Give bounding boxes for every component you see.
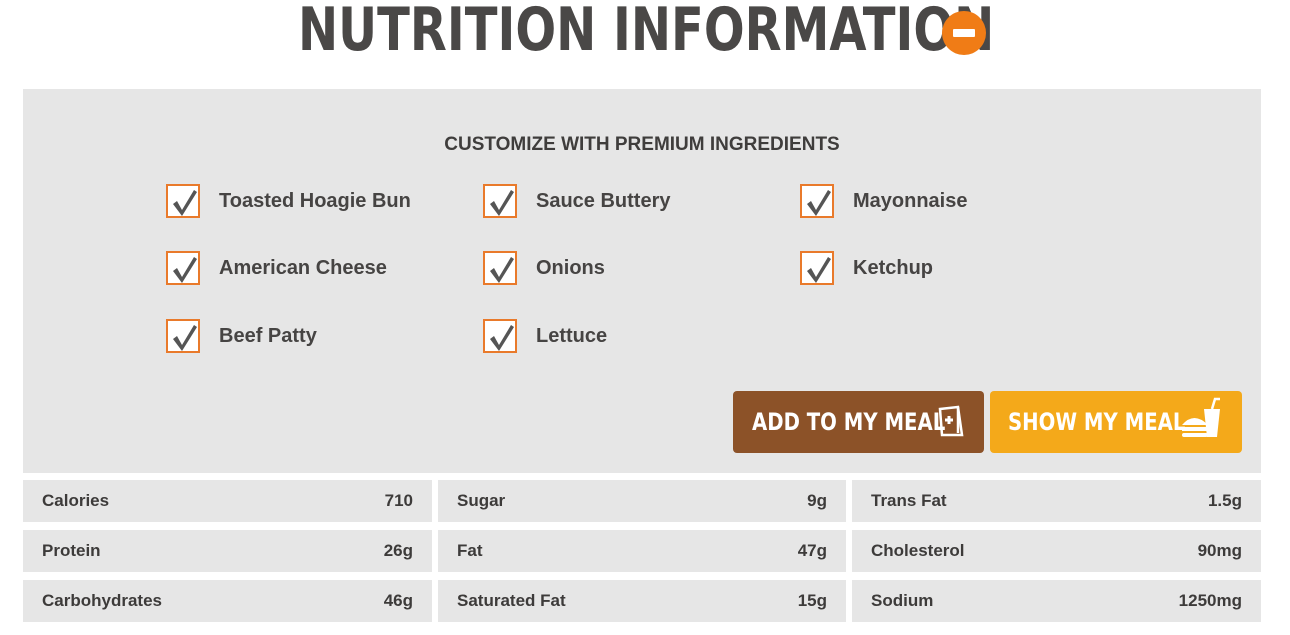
add-to-bag-icon: [938, 405, 964, 437]
nutrition-cell-trans-fat: Trans Fat 1.5g: [852, 480, 1261, 522]
nutrition-cell-calories: Calories 710: [23, 480, 432, 522]
nutrient-name: Sugar: [457, 491, 506, 510]
ingredient-checkbox[interactable]: [166, 184, 200, 218]
nutrition-cell-cholesterol: Cholesterol 90mg: [852, 530, 1261, 572]
checkmark-icon: [173, 325, 197, 351]
ingredient-option[interactable]: American Cheese: [166, 249, 387, 287]
ingredient-label: Lettuce: [536, 324, 608, 347]
ingredient-option[interactable]: Mayonnaise: [800, 182, 967, 220]
ingredient-label: Ketchup: [853, 256, 933, 279]
checkmark-icon: [807, 257, 831, 283]
ingredient-label: Toasted Hoagie Bun: [219, 189, 411, 212]
checkmark-icon: [490, 257, 514, 283]
nutrition-cell-saturated-fat: Saturated Fat 15g: [438, 580, 846, 622]
ingredient-option[interactable]: Beef Patty: [166, 317, 317, 355]
ingredient-option[interactable]: Ketchup: [800, 249, 933, 287]
ingredient-label: American Cheese: [219, 256, 387, 279]
nutrition-cell-protein: Protein 26g: [23, 530, 432, 572]
nutrient-value: 46g: [383, 591, 413, 610]
nutrition-header: NUTRITION INFORMATION: [0, 0, 1290, 70]
collapse-button[interactable]: [942, 11, 986, 55]
checkmark-icon: [490, 325, 514, 351]
nutrient-name: Sodium: [871, 591, 934, 610]
ingredient-checkbox[interactable]: [483, 184, 517, 218]
ingredient-option[interactable]: Lettuce: [483, 317, 607, 355]
nutrient-value: 15g: [797, 591, 827, 610]
nutrient-value: 26g: [383, 541, 413, 560]
nutrient-name: Carbohydrates: [42, 591, 162, 610]
nutrition-cell-carbohydrates: Carbohydrates 46g: [23, 580, 432, 622]
ingredient-label: Sauce Buttery: [536, 189, 671, 212]
nutrition-cell-sodium: Sodium 1250mg: [852, 580, 1261, 622]
nutrient-name: Fat: [457, 541, 483, 560]
nutrient-value: 90mg: [1197, 541, 1242, 560]
page-title: NUTRITION INFORMATION: [298, 0, 995, 65]
ingredient-checkbox[interactable]: [483, 319, 517, 353]
checkmark-icon: [807, 190, 831, 216]
nutrient-value: 9g: [807, 491, 827, 510]
nutrient-name: Cholesterol: [871, 541, 965, 560]
nutrient-name: Protein: [42, 541, 101, 560]
nutrition-cell-sugar: Sugar 9g: [438, 480, 846, 522]
ingredient-label: Onions: [536, 256, 605, 279]
add-to-meal-button[interactable]: ADD TO MY MEAL: [733, 391, 984, 453]
nutrient-name: Saturated Fat: [457, 591, 566, 610]
nutrient-value: 1.5g: [1207, 491, 1242, 510]
nutrient-name: Calories: [42, 491, 110, 510]
nutrient-value: 47g: [797, 541, 827, 560]
ingredient-label: Beef Patty: [219, 324, 317, 347]
ingredient-option[interactable]: Onions: [483, 249, 605, 287]
nutrition-cell-fat: Fat 47g: [438, 530, 846, 572]
show-meal-button[interactable]: SHOW MY MEAL: [990, 391, 1242, 453]
checkmark-icon: [490, 190, 514, 216]
ingredient-label: Mayonnaise: [853, 189, 968, 212]
customize-heading: CUSTOMIZE WITH PREMIUM INGREDIENTS: [444, 134, 840, 155]
nutrient-value: 1250mg: [1178, 591, 1242, 610]
checkmark-icon: [173, 190, 197, 216]
ingredient-checkbox[interactable]: [483, 251, 517, 285]
ingredient-option[interactable]: Toasted Hoagie Bun: [166, 182, 411, 220]
checkmark-icon: [173, 257, 197, 283]
nutrient-value: 710: [384, 491, 413, 510]
ingredient-checkbox[interactable]: [800, 184, 834, 218]
ingredient-checkbox[interactable]: [800, 251, 834, 285]
burger-and-drink-icon: [1182, 397, 1220, 437]
ingredient-checkbox[interactable]: [166, 251, 200, 285]
show-meal-label: SHOW MY MEAL: [1008, 408, 1186, 436]
add-to-meal-label: ADD TO MY MEAL: [752, 408, 946, 436]
minus-circle-icon: [953, 29, 975, 37]
ingredient-option[interactable]: Sauce Buttery: [483, 182, 671, 220]
nutrient-name: Trans Fat: [871, 491, 947, 510]
ingredient-checkbox[interactable]: [166, 319, 200, 353]
